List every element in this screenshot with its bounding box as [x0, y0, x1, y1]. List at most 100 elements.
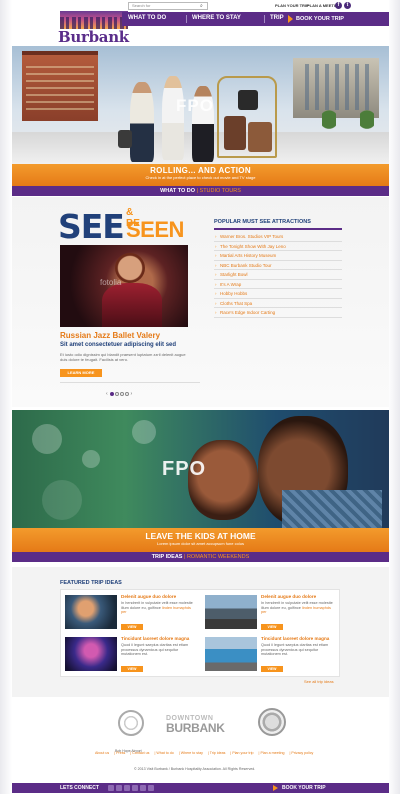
see-all-trips-link[interactable]: See all trip ideas [304, 679, 334, 684]
light-bokeh [82, 450, 100, 468]
city-seal-logo[interactable] [258, 708, 286, 736]
search-icon[interactable]: ⌕ [200, 3, 203, 9]
attraction-link[interactable]: NBC Burbank Studio Tour [214, 261, 342, 270]
learn-more-button[interactable]: LEARN MORE [60, 369, 102, 377]
book-label: BOOK YOUR TRIP [282, 785, 326, 791]
attraction-link[interactable]: Race's Edge Indoor Carting [214, 308, 342, 318]
trip-title[interactable]: Tincidunt laoreet dolore magna [121, 636, 189, 641]
attraction-link[interactable]: Starlight Bowl [214, 270, 342, 280]
footer-link[interactable]: Plan your trip [232, 751, 253, 755]
trip-description: In hendrerit in vulputate velit esse mol… [121, 601, 193, 615]
facebook-icon[interactable]: f [335, 2, 342, 9]
suitcase [238, 90, 258, 110]
youtube-icon[interactable] [124, 785, 130, 791]
trip-image[interactable] [65, 595, 117, 629]
footer-link[interactable]: Trip ideas [210, 751, 226, 755]
view-button[interactable]: VIEW [261, 666, 283, 672]
light-bokeh [32, 424, 62, 454]
event-subtitle: Sit amet consectetuer adipiscing elit se… [60, 342, 177, 348]
email-icon[interactable] [148, 785, 154, 791]
performer-photo[interactable]: fotolia [60, 245, 188, 327]
carousel-dots: ‹ › [106, 391, 132, 397]
attraction-link[interactable]: It's A Wrap [214, 280, 342, 289]
page: Search for ⌕ PLAN YOUR TRIP PLAN A MEETI… [12, 0, 389, 794]
see-and-be-seen-section: SEE & BE SEEN fotolia Russian Jazz Balle… [12, 197, 389, 407]
attraction-link[interactable]: The Tonight Show With Jay Leno [214, 242, 342, 251]
traveler-man [130, 82, 154, 162]
seen-word: SEEN [126, 217, 184, 242]
light-bokeh [132, 420, 156, 444]
divider [60, 382, 200, 383]
band-highlight: STUDIO TOURS [199, 188, 241, 194]
carousel-dot[interactable] [114, 391, 119, 396]
suitcase [248, 122, 272, 152]
palm-tree [322, 110, 336, 134]
suitcase [224, 116, 246, 150]
carousel-prev-icon[interactable]: ‹ [106, 391, 108, 397]
trip-image[interactable] [65, 637, 117, 671]
hotel-building [22, 51, 98, 121]
twitter-icon[interactable] [116, 785, 122, 791]
downtown-burbank-logo[interactable]: BURBANK [166, 721, 225, 735]
attraction-link[interactable]: Cloths That Spa [214, 299, 342, 308]
hero-subtitle: Lorem ipsum dolor sit amet accupsum fune… [157, 541, 244, 546]
footer-link[interactable]: Where to stay [181, 751, 203, 755]
search-input[interactable]: Search for [128, 2, 208, 10]
facebook-icon[interactable] [108, 785, 114, 791]
trip-image[interactable] [205, 595, 257, 629]
footer-link[interactable]: What to do [156, 751, 173, 755]
hero-banner: ROLLING... AND ACTION Check in at the pe… [12, 164, 389, 186]
footer-bar: LETS CONNECT BOOK YOUR TRIP [12, 783, 389, 793]
nav-what-to-do[interactable]: WHAT TO DO [128, 15, 166, 21]
trip-image[interactable] [205, 637, 257, 671]
airport-logo[interactable] [118, 710, 144, 736]
rss-icon[interactable] [140, 785, 146, 791]
carousel-dot[interactable] [124, 391, 129, 396]
flickr-icon[interactable] [132, 785, 138, 791]
logo-text: Burbank [58, 28, 129, 46]
hero-studio-tours[interactable]: FPO [12, 46, 389, 164]
view-button[interactable]: VIEW [121, 624, 143, 630]
trip-title[interactable]: Delenit augue duo dolore [121, 594, 176, 599]
trip-title[interactable]: Tincidunt laoreet dolore magna [261, 636, 329, 641]
book-your-trip-button[interactable]: BOOK YOUR TRIP [284, 12, 389, 26]
footer-book-trip-button[interactable]: BOOK YOUR TRIP [270, 783, 360, 793]
see-word: SEE [58, 207, 125, 246]
featured-heading: FEATURED TRIP IDEAS [60, 580, 122, 586]
footer-link[interactable]: Press [116, 751, 125, 755]
attraction-link[interactable]: Martial Arts History Museum [214, 251, 342, 261]
view-button[interactable]: VIEW [121, 666, 143, 672]
carousel-dot[interactable] [109, 391, 114, 396]
main-nav: WHAT TO DO WHERE TO STAY TRIP IDEAS BOOK… [122, 12, 389, 26]
attractions-heading: POPULAR MUST SEE ATTRACTIONS [214, 219, 342, 230]
hero-title: ROLLING... AND ACTION [150, 166, 251, 175]
trip-card[interactable]: Tincidunt laoreet dolore magna Quod ii l… [203, 635, 339, 675]
carousel-dot[interactable] [119, 391, 124, 396]
hero-subtitle: Check in at the perfect place to check o… [145, 175, 256, 180]
trip-card[interactable]: Tincidunt laoreet dolore magna Quod ii l… [63, 635, 199, 675]
palm-tree [360, 110, 374, 134]
hero-romantic-weekends[interactable]: FPO [12, 410, 389, 528]
event-title[interactable]: Russian Jazz Ballet Valery [60, 331, 160, 340]
twitter-icon[interactable]: t [344, 2, 351, 9]
footer-link[interactable]: About us [95, 751, 109, 755]
band-highlight: ROMANTIC WEEKENDS [186, 554, 250, 560]
photo-watermark: fotolia [100, 278, 122, 287]
footer-link[interactable]: Privacy policy [291, 751, 313, 755]
band-label: TRIP IDEAS [151, 554, 183, 560]
fpo-placeholder: FPO [162, 458, 207, 480]
attraction-link[interactable]: Hobby Hobbs [214, 289, 342, 299]
footer-link[interactable]: Plan a meeting [260, 751, 284, 755]
trip-card[interactable]: Delenit augue duo dolore In hendrerit in… [63, 593, 199, 633]
view-button[interactable]: VIEW [261, 624, 283, 630]
section-band: TRIP IDEAS | ROMANTIC WEEKENDS [12, 552, 389, 562]
trip-title[interactable]: Delenit augue duo dolore [261, 594, 316, 599]
lets-connect-label: LETS CONNECT [60, 785, 99, 791]
trip-card[interactable]: Delenit augue duo dolore In hendrerit in… [203, 593, 339, 633]
carousel-next-icon[interactable]: › [130, 391, 132, 397]
attraction-link[interactable]: Warner Bros. Studios VIP Tours [214, 232, 342, 242]
footer-link[interactable]: Contact us [132, 751, 149, 755]
plan-trip-link[interactable]: PLAN YOUR TRIP [275, 3, 309, 8]
hero-banner: LEAVE THE KIDS AT HOME Lorem ipsum dolor… [12, 528, 389, 552]
nav-where-to-stay[interactable]: WHERE TO STAY [192, 15, 241, 21]
